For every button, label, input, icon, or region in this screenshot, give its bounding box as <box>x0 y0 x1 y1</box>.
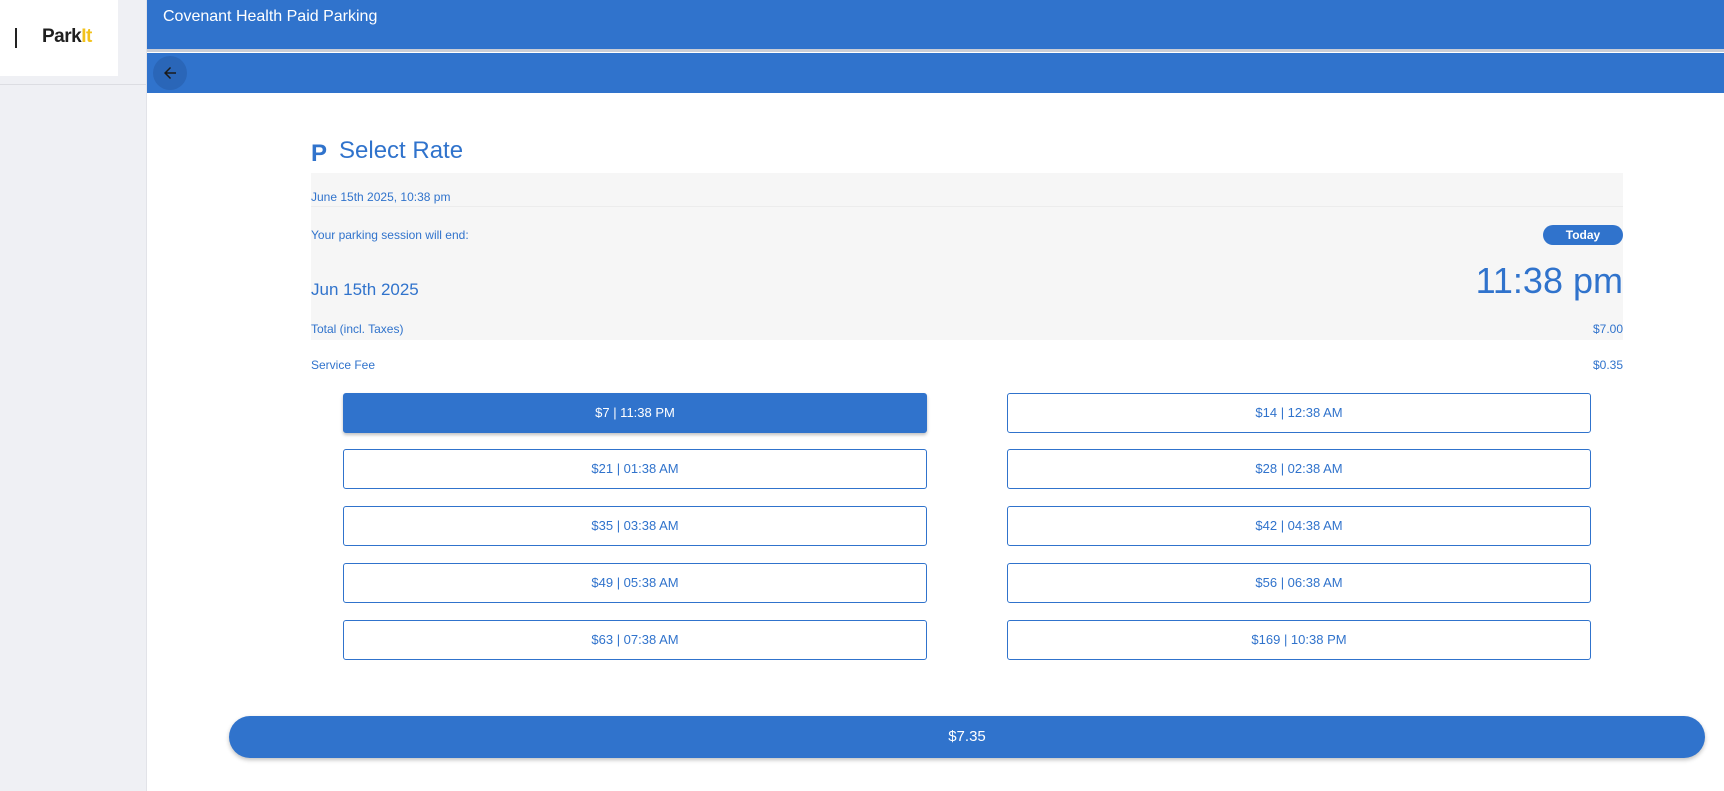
app-header: Covenant Health Paid Parking <box>147 0 1724 52</box>
parking-icon: P <box>311 140 328 167</box>
current-datetime: June 15th 2025, 10:38 pm <box>311 190 451 204</box>
session-end-date: Jun 15th 2025 <box>311 280 419 299</box>
total-amount: $7.00 <box>1592 322 1623 336</box>
total-row: Total (incl. Taxes) $7.00 <box>311 322 1623 336</box>
rate-option[interactable]: $14 | 12:38 AM <box>1007 393 1591 433</box>
rate-option[interactable]: $35 | 03:38 AM <box>343 506 927 546</box>
pay-button[interactable]: $7.35 <box>229 716 1705 758</box>
back-button[interactable] <box>153 56 187 90</box>
rate-option[interactable]: $49 | 05:38 AM <box>343 563 927 603</box>
session-end-time: 11:38 pm <box>1475 260 1623 301</box>
info-divider <box>311 206 1623 207</box>
logo-text: ParkIt <box>42 26 92 48</box>
rate-option[interactable]: $21 | 01:38 AM <box>343 449 927 489</box>
rate-option[interactable]: $63 | 07:38 AM <box>343 620 927 660</box>
session-end-label: Your parking session will end: <box>311 228 469 242</box>
service-fee-label: Service Fee <box>311 358 376 372</box>
app-title: Covenant Health Paid Parking <box>163 8 378 25</box>
logo[interactable]: ParkIt <box>0 0 118 76</box>
rate-option[interactable]: $56 | 06:38 AM <box>1007 563 1591 603</box>
page-title: Select Rate <box>339 137 464 164</box>
service-fee-amount: $0.35 <box>1592 358 1623 372</box>
logo-divider <box>15 28 17 48</box>
session-info-panel: June 15th 2025, 10:38 pm <box>311 173 1623 340</box>
rate-option[interactable]: $7 | 11:38 PM <box>343 393 927 433</box>
total-label: Total (incl. Taxes) <box>311 322 404 336</box>
navigation-bar <box>147 53 1724 93</box>
logo-accent: It <box>81 26 92 47</box>
arrow-left-icon <box>164 67 176 79</box>
rate-option[interactable]: $169 | 10:38 PM <box>1007 620 1591 660</box>
rate-option[interactable]: $42 | 04:38 AM <box>1007 506 1591 546</box>
rate-option[interactable]: $28 | 02:38 AM <box>1007 449 1591 489</box>
sidebar-divider <box>0 84 146 85</box>
service-fee-row: Service Fee $0.35 <box>311 358 1623 372</box>
logo-main: Park <box>42 26 82 47</box>
sidebar: ParkIt <box>0 0 147 791</box>
today-badge: Today <box>1543 225 1623 245</box>
